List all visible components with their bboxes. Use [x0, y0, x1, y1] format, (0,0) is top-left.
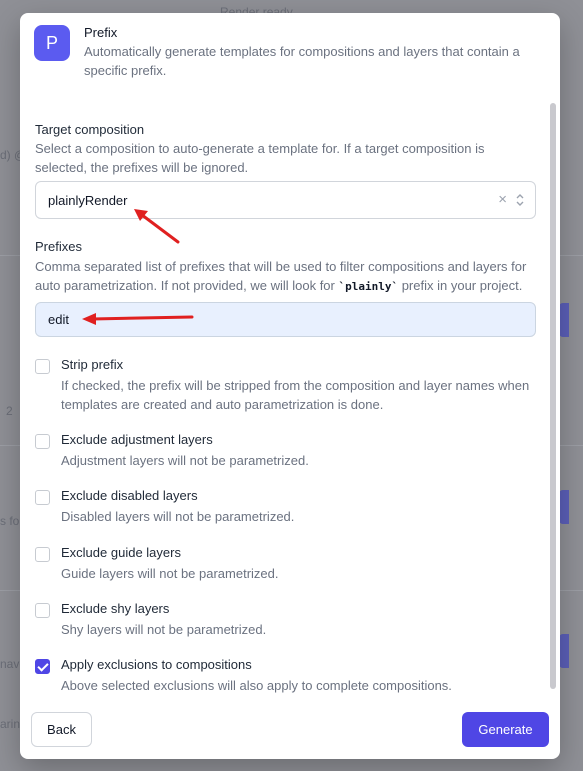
exclude-guide-checkbox[interactable]: [35, 547, 50, 562]
clear-icon[interactable]: ×: [498, 191, 507, 208]
option-title: Exclude guide layers: [61, 545, 181, 560]
modal-header: P Prefix Automatically generate template…: [20, 13, 560, 103]
option-description: Guide layers will not be parametrized.: [61, 566, 279, 581]
prefixes-help-code: `plainly`: [338, 280, 399, 293]
option-title: Exclude adjustment layers: [61, 432, 213, 447]
prefixes-input[interactable]: [35, 302, 536, 337]
option-title: Apply exclusions to compositions: [61, 657, 252, 672]
background-fragment: arin: [0, 717, 21, 731]
exclude-shy-checkbox[interactable]: [35, 603, 50, 618]
background-fragment: s fo: [0, 514, 20, 528]
exclude-adjustment-checkbox[interactable]: [35, 434, 50, 449]
strip-prefix-checkbox[interactable]: [35, 359, 50, 374]
option-description: Above selected exclusions will also appl…: [61, 678, 452, 693]
chevron-updown-icon[interactable]: [515, 191, 525, 209]
prefixes-help-text-end: prefix in your project.: [398, 278, 523, 293]
modal-title: Prefix: [84, 25, 118, 40]
background-fragment: 2: [6, 404, 13, 418]
prefix-modal: P Prefix Automatically generate template…: [20, 13, 560, 759]
background-button: [559, 634, 569, 668]
modal-description: Automatically generate templates for com…: [84, 44, 520, 78]
target-composition-select[interactable]: plainlyRender ×: [35, 181, 536, 219]
prefixes-label: Prefixes: [35, 239, 82, 254]
background-button: [559, 490, 569, 524]
prefix-logo: P: [34, 25, 70, 61]
header-text: Prefix Automatically generate templates …: [84, 25, 534, 103]
option-description: Adjustment layers will not be parametriz…: [61, 453, 309, 468]
generate-button[interactable]: Generate: [462, 712, 549, 747]
background-button: [559, 303, 569, 337]
exclude-disabled-checkbox[interactable]: [35, 490, 50, 505]
option-description: Shy layers will not be parametrized.: [61, 622, 267, 637]
option-title: Strip prefix: [61, 357, 124, 372]
target-composition-help: Select a composition to auto-generate a …: [35, 141, 485, 175]
option-description: If checked, the prefix will be stripped …: [61, 378, 530, 412]
back-button[interactable]: Back: [31, 712, 92, 747]
target-composition-value: plainlyRender: [48, 193, 128, 208]
option-description: Disabled layers will not be parametrized…: [61, 509, 295, 524]
target-composition-label: Target composition: [35, 122, 145, 137]
prefixes-help: Comma separated list of prefixes that wi…: [35, 257, 537, 296]
scrollbar[interactable]: [550, 103, 556, 689]
apply-exclusions-checkbox[interactable]: [35, 659, 50, 674]
option-title: Exclude shy layers: [61, 601, 170, 616]
modal-footer: Back Generate: [20, 703, 560, 759]
option-title: Exclude disabled layers: [61, 488, 198, 503]
